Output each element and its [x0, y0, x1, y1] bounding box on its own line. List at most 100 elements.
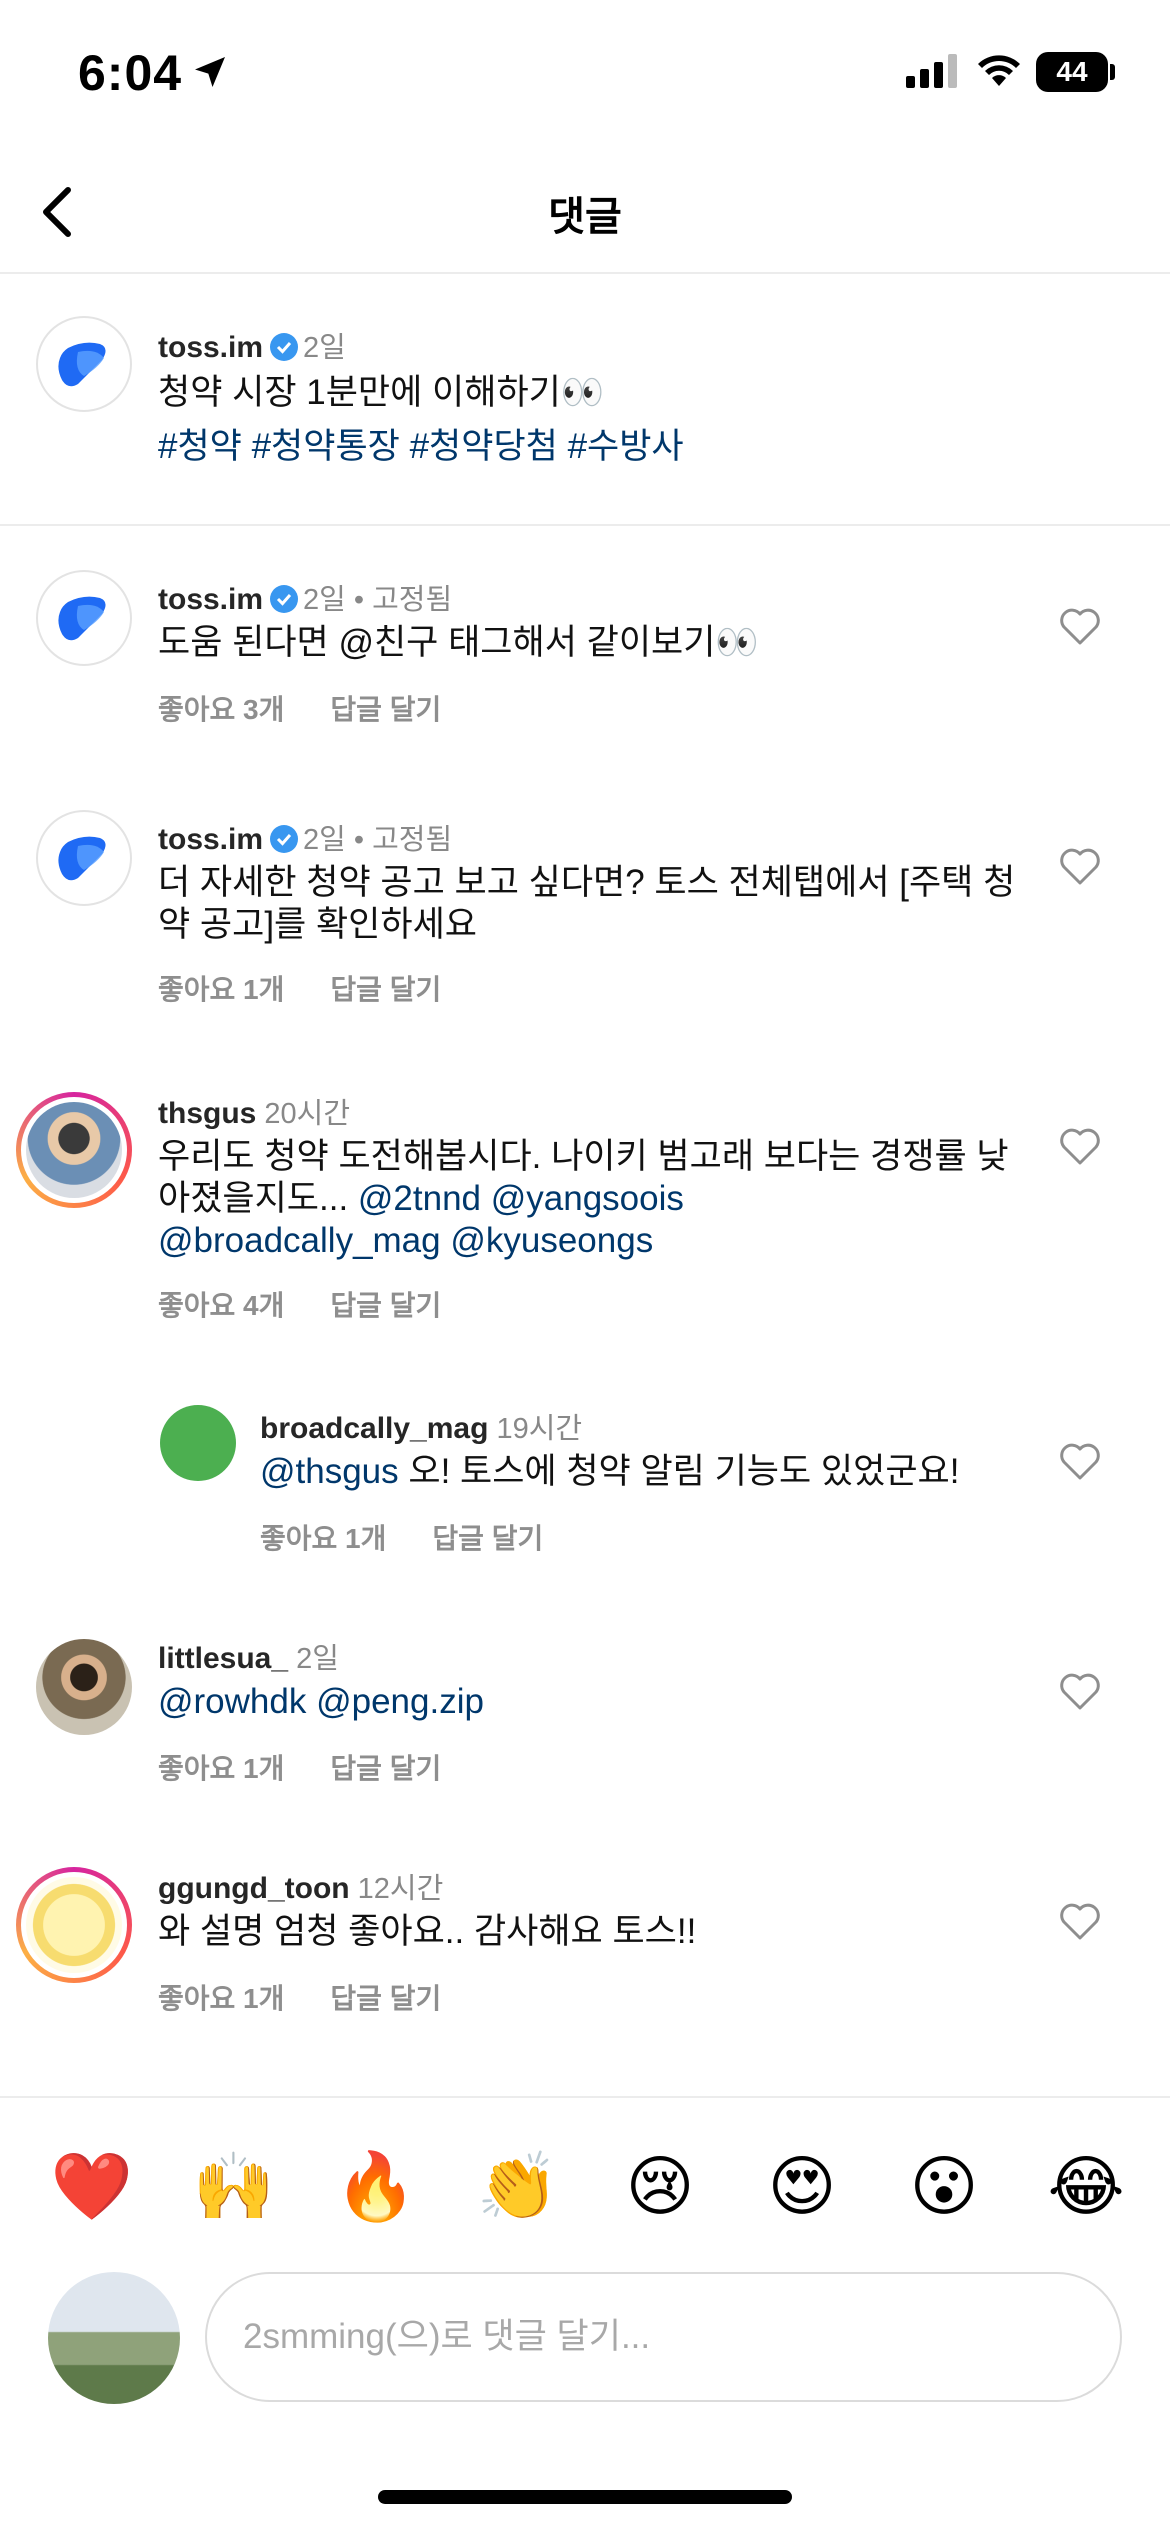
comment-item: ggungd_toon 12시간 와 설명 엄청 좋아요.. 감사해요 토스!!…	[0, 1855, 1170, 2055]
likes-count[interactable]: 좋아요 1개	[260, 1523, 386, 1554]
emoji-heart[interactable]: ❤️	[44, 2138, 140, 2234]
heart-icon[interactable]	[1058, 1441, 1102, 1481]
mentions[interactable]: @2tnnd @yangsoois	[358, 1179, 684, 1218]
heart-icon[interactable]	[1058, 606, 1102, 646]
comment-meta: thsgus 20시간	[158, 1090, 350, 1132]
emoji-clapping-hands[interactable]: 👏	[470, 2138, 566, 2234]
likes-count[interactable]: 좋아요 4개	[158, 1290, 284, 1321]
comment-text-plain: 아졌을지도...	[158, 1179, 358, 1218]
username[interactable]: ggungd_toon	[158, 1872, 350, 1905]
battery-indicator: 44	[1036, 52, 1108, 92]
story-ring[interactable]	[16, 1092, 132, 1208]
comment-actions: 좋아요 4개 답글 달기	[158, 1284, 441, 1324]
mentions[interactable]: @broadcally_mag @kyuseongs	[158, 1220, 653, 1262]
reply-button[interactable]: 답글 달기	[330, 1983, 441, 2014]
heart-icon[interactable]	[1058, 1126, 1102, 1166]
likes-count[interactable]: 좋아요 1개	[158, 1983, 284, 2014]
mentions[interactable]: @rowhdk @peng.zip	[158, 1681, 484, 1723]
avatar[interactable]	[36, 810, 132, 906]
heart-icon[interactable]	[1058, 846, 1102, 886]
header: 댓글	[0, 150, 1170, 274]
emoji-tears-of-joy[interactable]: 😂	[1038, 2138, 1134, 2234]
avatar[interactable]	[160, 1405, 236, 1481]
heart-icon[interactable]	[1058, 1901, 1102, 1941]
avatar[interactable]	[36, 570, 132, 666]
username[interactable]: littlesua_	[158, 1642, 288, 1675]
status-bar: 6:04 44	[0, 0, 1170, 150]
comment-meta: broadcally_mag 19시간	[260, 1405, 582, 1447]
home-indicator[interactable]	[378, 2490, 792, 2504]
heart-icon[interactable]	[1058, 1671, 1102, 1711]
toss-logo-icon	[58, 342, 106, 387]
caption-text: 청약 시장 1분만에 이해하기👀	[158, 373, 605, 412]
caption-divider	[0, 524, 1170, 526]
current-user-avatar	[48, 2272, 180, 2404]
reply-button[interactable]: 답글 달기	[330, 694, 441, 725]
comment-item: toss.im 2일 • 고정됨 더 자세한 청약 공고 보고 싶다면? 토스 전…	[0, 800, 1170, 1040]
likes-count[interactable]: 좋아요 1개	[158, 974, 284, 1005]
avatar[interactable]	[36, 1639, 132, 1735]
pinned-label: • 고정됨	[353, 584, 453, 616]
emoji-heart-eyes[interactable]: 😍	[754, 2138, 850, 2234]
comment-meta: toss.im 2일 • 고정됨	[158, 576, 452, 618]
emoji-crying-face[interactable]: 😢	[612, 2138, 708, 2234]
story-ring[interactable]	[16, 1867, 132, 1983]
likes-count[interactable]: 좋아요 3개	[158, 694, 284, 725]
post-caption: toss.im 2일 청약 시장 1분만에 이해하기👀 #청약 #청약통장 #청약…	[0, 274, 1170, 524]
reply-button[interactable]: 답글 달기	[330, 1290, 441, 1321]
page-title: 댓글	[548, 195, 622, 239]
comment-text-line-1: 더 자세한 청약 공고 보고 싶다면? 토스 전체탭에서 [주택 청	[158, 863, 1016, 902]
composer-divider	[0, 2096, 1170, 2098]
reply-button[interactable]: 답글 달기	[330, 1753, 441, 1784]
reply-button[interactable]: 답글 달기	[330, 974, 441, 1005]
comment-text: 도움 된다면 @친구 태그해서 같이보기👀	[158, 623, 760, 662]
verified-badge-icon	[270, 825, 299, 853]
battery-tip	[1110, 64, 1115, 80]
timestamp: 2일	[303, 824, 346, 856]
username[interactable]: toss.im	[158, 823, 263, 856]
comment-text: 와 설명 엄청 좋아요.. 감사해요 토스!!	[158, 1912, 697, 1951]
timestamp: 20시간	[264, 1098, 351, 1130]
comment-text-line-1: 우리도 청약 도전해봅시다. 나이키 범고래 보다는 경쟁률 낮	[158, 1137, 1009, 1176]
username[interactable]: broadcally_mag	[260, 1412, 488, 1445]
comment-item: toss.im 2일 • 고정됨 도움 된다면 @친구 태그해서 같이보기👀 좋아…	[0, 560, 1170, 760]
caption-meta: toss.im 2일	[158, 324, 346, 366]
comment-text-plain: 오! 토스에 청약 알림 기능도 있었군요!	[398, 1452, 960, 1491]
timestamp: 2일	[303, 332, 346, 364]
comment-meta: littlesua_ 2일	[158, 1635, 339, 1677]
emoji-fire[interactable]: 🔥	[328, 2138, 424, 2234]
status-time: 6:04	[78, 45, 183, 101]
mention[interactable]: @thsgus	[260, 1452, 399, 1491]
comment-item: thsgus 20시간 우리도 청약 도전해봅시다. 나이키 범고래 보다는 경…	[0, 1080, 1170, 1360]
emoji-reaction-bar: ❤️ 🙌 🔥 👏 😢 😍 😮 😂	[44, 2138, 1134, 2238]
reply-button[interactable]: 답글 달기	[432, 1523, 543, 1554]
location-arrow-icon	[195, 57, 225, 87]
verified-badge-icon	[270, 333, 299, 361]
comment-meta: ggungd_toon 12시간	[158, 1865, 443, 1907]
timestamp: 2일	[296, 1643, 339, 1675]
comment-text-line-2: 약 공고]를 확인하세요	[158, 905, 477, 944]
comment-actions: 좋아요 1개 답글 달기	[260, 1517, 543, 1557]
username[interactable]: thsgus	[158, 1097, 256, 1130]
emoji-raised-hands[interactable]: 🙌	[186, 2138, 282, 2234]
toss-logo-icon	[58, 596, 106, 641]
caption-hashtags[interactable]: #청약 #청약통장 #청약당첨 #수방사	[158, 426, 684, 468]
comment-text: @thsgus 오! 토스에 청약 알림 기능도 있었군요!	[260, 1451, 959, 1493]
cellular-signal-icon	[906, 54, 957, 88]
wifi-icon	[978, 55, 1020, 86]
username[interactable]: toss.im	[158, 583, 263, 616]
avatar	[26, 1102, 122, 1198]
likes-count[interactable]: 좋아요 1개	[158, 1753, 284, 1784]
toss-logo-icon	[58, 836, 106, 881]
username[interactable]: toss.im	[158, 331, 263, 364]
comment-actions: 좋아요 1개 답글 달기	[158, 968, 441, 1008]
comment-input[interactable]	[205, 2272, 1122, 2402]
avatar	[26, 1877, 122, 1973]
verified-badge-icon	[270, 585, 299, 613]
avatar[interactable]	[36, 316, 132, 412]
comment-item: littlesua_ 2일 @rowhdk @peng.zip 좋아요 1개 답글…	[0, 1625, 1170, 1825]
pinned-label: • 고정됨	[353, 824, 453, 856]
timestamp: 12시간	[357, 1873, 444, 1905]
emoji-surprised-face[interactable]: 😮	[896, 2138, 992, 2234]
timestamp: 2일	[303, 584, 346, 616]
